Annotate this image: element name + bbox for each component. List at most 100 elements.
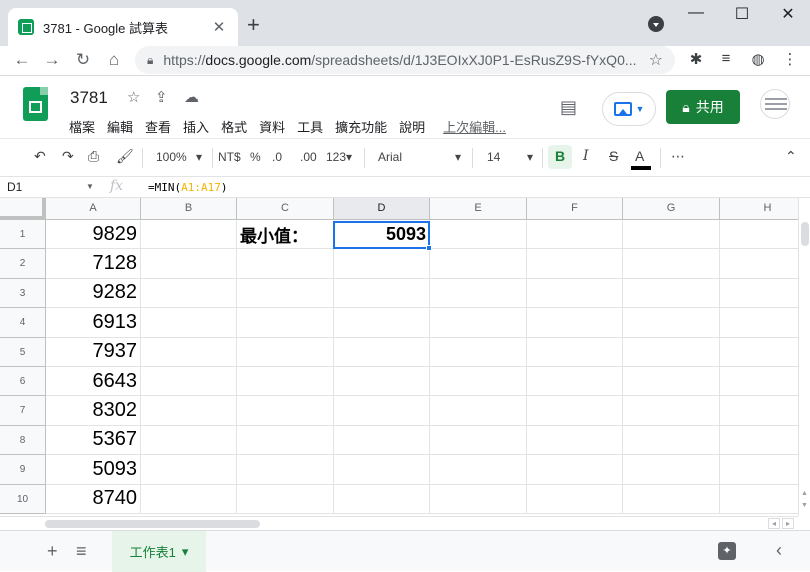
- cell-d7[interactable]: [334, 396, 430, 426]
- column-header-d[interactable]: D: [334, 198, 430, 220]
- minimize-button[interactable]: —: [676, 4, 716, 22]
- cell-g2[interactable]: [623, 249, 720, 279]
- cell-c9[interactable]: [237, 455, 334, 485]
- cell-e4[interactable]: [430, 308, 527, 338]
- cell-b10[interactable]: [141, 484, 237, 514]
- cell-g6[interactable]: [623, 367, 720, 397]
- font-size-chevron-icon[interactable]: ▾: [527, 150, 533, 164]
- cell-c10[interactable]: [237, 484, 334, 514]
- cell-b7[interactable]: [141, 396, 237, 426]
- cell-a7[interactable]: 8302: [46, 396, 141, 426]
- menu-extensions[interactable]: 擴充功能: [335, 117, 387, 136]
- cell-f8[interactable]: [527, 425, 623, 456]
- menu-help[interactable]: 說明: [399, 117, 425, 136]
- tab-search-icon[interactable]: [648, 16, 664, 32]
- fill-handle[interactable]: [426, 245, 432, 251]
- name-box[interactable]: D1: [7, 180, 22, 194]
- cell-c3[interactable]: [237, 278, 334, 309]
- cell-f3[interactable]: [527, 278, 623, 309]
- row-header-2[interactable]: 2: [0, 249, 46, 279]
- menu-view[interactable]: 查看: [145, 117, 171, 136]
- home-icon[interactable]: ⌂: [102, 50, 126, 70]
- horizontal-scroll-thumb[interactable]: [45, 520, 260, 528]
- cell-g9[interactable]: [623, 455, 720, 485]
- cell-e5[interactable]: [430, 337, 527, 367]
- more-options-button[interactable]: ⋯: [671, 148, 685, 165]
- bold-button[interactable]: B: [555, 148, 565, 164]
- present-button[interactable]: ▼: [602, 92, 656, 126]
- cell-h3[interactable]: [720, 279, 798, 309]
- cell-e9[interactable]: [430, 455, 527, 485]
- column-header-f[interactable]: F: [527, 198, 623, 220]
- row-header-1[interactable]: 1: [0, 220, 46, 250]
- bookmark-star-icon[interactable]: ☆: [649, 50, 663, 70]
- cell-g4[interactable]: [623, 308, 720, 338]
- zoom-chevron-icon[interactable]: ▾: [196, 150, 202, 164]
- column-header-g[interactable]: G: [623, 198, 720, 220]
- back-icon[interactable]: ←: [10, 50, 34, 70]
- cell-f10[interactable]: [527, 484, 623, 514]
- column-header-c[interactable]: C: [237, 198, 334, 220]
- cell-a5[interactable]: 7937: [46, 337, 141, 367]
- column-header-h[interactable]: H: [720, 198, 798, 220]
- profile-avatar-icon[interactable]: ◍: [746, 50, 770, 68]
- cell-h5[interactable]: [720, 338, 798, 367]
- url-text[interactable]: https://docs.google.com/spreadsheets/d/1…: [163, 52, 648, 68]
- cell-f9[interactable]: [527, 455, 623, 485]
- cell-e1[interactable]: [430, 220, 527, 250]
- column-header-e[interactable]: E: [430, 198, 527, 220]
- number-format-button[interactable]: 123▾: [326, 150, 352, 164]
- decrease-decimal-button[interactable]: .0: [272, 150, 282, 164]
- cell-g10[interactable]: [623, 484, 720, 514]
- cell-e10[interactable]: [430, 484, 527, 514]
- reload-icon[interactable]: ↻: [71, 50, 95, 70]
- cell-a3[interactable]: 9282: [46, 278, 141, 309]
- cell-d5[interactable]: [334, 337, 430, 367]
- scroll-up-icon[interactable]: ▲: [801, 490, 808, 497]
- maximize-button[interactable]: ☐: [722, 4, 762, 24]
- cell-d6[interactable]: [334, 367, 430, 397]
- redo-icon[interactable]: ↷: [62, 148, 74, 165]
- cell-d10[interactable]: [334, 484, 430, 514]
- increase-decimal-button[interactable]: .00: [300, 150, 317, 164]
- cell-e8[interactable]: [430, 425, 527, 456]
- cell-d8[interactable]: [334, 425, 430, 456]
- share-button[interactable]: 🔒︎ 共用: [666, 90, 740, 124]
- row-header-6[interactable]: 6: [0, 367, 46, 397]
- cell-a6[interactable]: 6643: [46, 367, 141, 397]
- cell-e3[interactable]: [430, 278, 527, 309]
- all-sheets-button[interactable]: ≡: [76, 541, 87, 562]
- lock-icon[interactable]: 🔒︎: [147, 53, 153, 68]
- cell-e6[interactable]: [430, 367, 527, 397]
- menu-file[interactable]: 檔案: [69, 117, 95, 136]
- cell-h6[interactable]: [720, 367, 798, 397]
- cell-b4[interactable]: [141, 308, 237, 338]
- document-title[interactable]: 3781: [70, 88, 108, 108]
- collapse-menus-icon[interactable]: ⌃: [785, 148, 797, 165]
- row-header-5[interactable]: 5: [0, 337, 46, 367]
- extensions-puzzle-icon[interactable]: ✱: [684, 50, 708, 68]
- italic-button[interactable]: I: [583, 148, 589, 164]
- menu-data[interactable]: 資料: [259, 117, 285, 136]
- cell-h2[interactable]: [720, 249, 798, 279]
- cell-b3[interactable]: [141, 278, 237, 309]
- cell-g7[interactable]: [623, 396, 720, 426]
- cell-c1[interactable]: 最小值：: [237, 220, 334, 250]
- cell-h10[interactable]: [720, 485, 798, 514]
- cell-b2[interactable]: [141, 249, 237, 279]
- cell-c5[interactable]: [237, 337, 334, 367]
- comment-history-icon[interactable]: ▤: [560, 97, 577, 118]
- zoom-select[interactable]: 100%: [156, 150, 187, 164]
- cell-f1[interactable]: [527, 220, 623, 250]
- cell-h7[interactable]: [720, 396, 798, 426]
- cell-g8[interactable]: [623, 425, 720, 456]
- cell-a4[interactable]: 6913: [46, 308, 141, 338]
- cell-d9[interactable]: [334, 455, 430, 485]
- font-size-select[interactable]: 14: [487, 150, 500, 164]
- horizontal-scrollbar[interactable]: ◂ ▸: [0, 516, 798, 530]
- explore-icon[interactable]: ✦: [718, 542, 736, 560]
- last-edit-link[interactable]: 上次編輯...: [443, 117, 506, 136]
- cell-b1[interactable]: [141, 220, 237, 250]
- cell-h1[interactable]: [720, 220, 798, 250]
- cell-h8[interactable]: [720, 426, 798, 456]
